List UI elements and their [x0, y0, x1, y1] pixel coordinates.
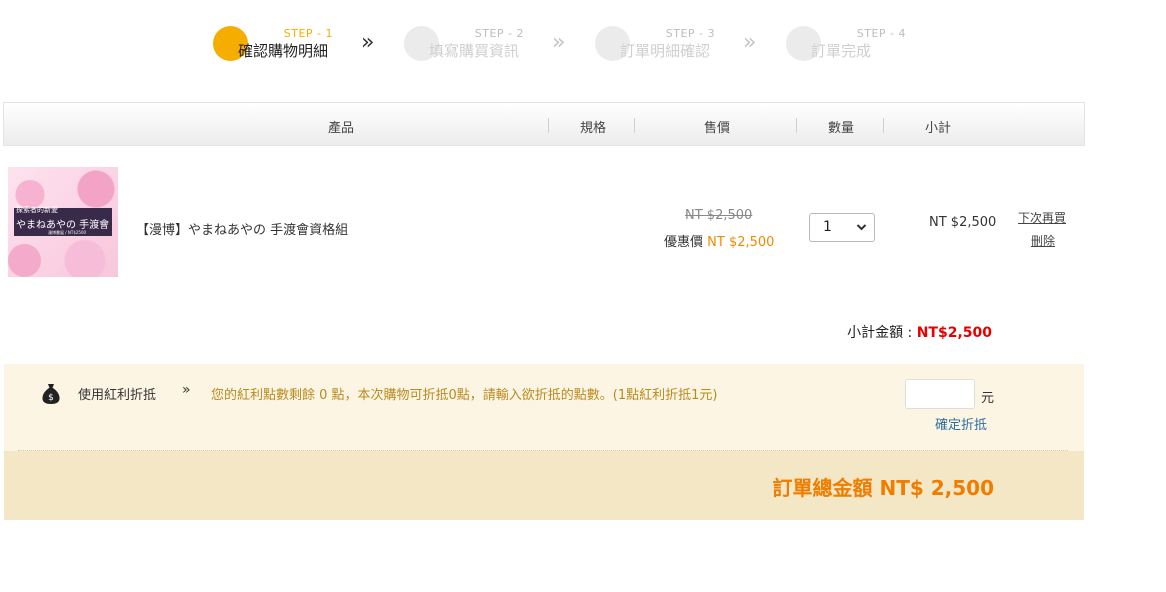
step-1: STEP - 1 確認購物明細	[213, 22, 373, 72]
save-for-later-link[interactable]: 下次再買	[1018, 209, 1066, 226]
header-qty: 數量	[828, 121, 855, 136]
original-price: NT $2,500	[685, 208, 753, 223]
step-4-number: STEP - 4	[856, 27, 906, 40]
step-2-number: STEP - 2	[474, 27, 524, 40]
step-3-number: STEP - 3	[665, 27, 715, 40]
product-name[interactable]: 【漫博】やまねあやの 手渡會資格組	[136, 219, 348, 238]
header-separator	[548, 118, 549, 133]
cart-subtotal: 小計金額 : NT$2,500	[847, 322, 992, 342]
row-subtotal: NT $2,500	[929, 215, 997, 230]
money-bag-icon: $	[41, 383, 61, 405]
header-separator	[796, 118, 797, 133]
apply-bonus-link[interactable]: 確定折抵	[935, 414, 987, 433]
header-separator	[634, 118, 635, 133]
svg-text:$: $	[48, 393, 54, 403]
delete-link[interactable]: 刪除	[1031, 232, 1055, 249]
sale-price-line: 優惠價 NT $2,500	[664, 231, 774, 250]
step-arrow-2: »	[552, 30, 566, 55]
bonus-title: 使用紅利折抵	[78, 388, 157, 403]
subtotal-label: 小計金額 :	[847, 325, 917, 341]
thumbnail-title-text: やまねあやの 手渡會	[16, 220, 110, 231]
step-3-label: 訂單明細確認	[620, 42, 711, 60]
header-price: 售價	[704, 121, 731, 136]
sale-price-label: 優惠價	[664, 235, 704, 250]
chevron-down-icon	[856, 214, 867, 251]
bonus-info: 您的紅利點數剩餘 0 點，本次購物可折抵0點，請輸入欲折抵的點數。(1點紅利折抵…	[211, 388, 718, 403]
quantity-select[interactable]: 1	[809, 213, 875, 242]
cart-table-header: 產品 規格 售價 數量 小計	[3, 102, 1085, 146]
step-arrow-1: »	[361, 30, 375, 55]
product-thumbnail[interactable]: 探索者的新愛 やまねあやの 手渡會 漫博書展 / NT$2500	[8, 167, 118, 277]
quantity-value: 1	[823, 219, 832, 235]
header-subtotal: 小計	[925, 121, 952, 136]
checkout-steps: STEP - 1 確認購物明細 » STEP - 2 填寫購買資訊 » STEP…	[0, 22, 1166, 72]
step-2-label: 填寫購買資訊	[429, 42, 520, 60]
order-total: 訂單總金額 NT$ 2,500	[772, 476, 994, 500]
step-2: STEP - 2 填寫購買資訊	[404, 22, 564, 72]
step-1-number: STEP - 1	[283, 27, 333, 40]
thumbnail-top-text: 探索者的新愛	[16, 206, 58, 214]
step-1-label: 確認購物明細	[238, 42, 329, 60]
sale-price: NT $2,500	[707, 235, 775, 250]
step-4: STEP - 4 訂單完成	[786, 22, 946, 72]
bonus-unit: 元	[981, 391, 995, 406]
step-4-label: 訂單完成	[811, 42, 872, 60]
step-arrow-3: »	[743, 30, 757, 55]
header-product: 產品	[328, 121, 355, 136]
bonus-points-input[interactable]	[905, 379, 975, 409]
step-3: STEP - 3 訂單明細確認	[595, 22, 755, 72]
thumbnail-sub-text: 漫博書展 / NT$2500	[48, 230, 87, 235]
header-spec: 規格	[580, 121, 607, 136]
subtotal-value: NT$2,500	[916, 325, 992, 341]
header-separator	[883, 118, 884, 133]
bonus-arrow: »	[182, 382, 191, 398]
